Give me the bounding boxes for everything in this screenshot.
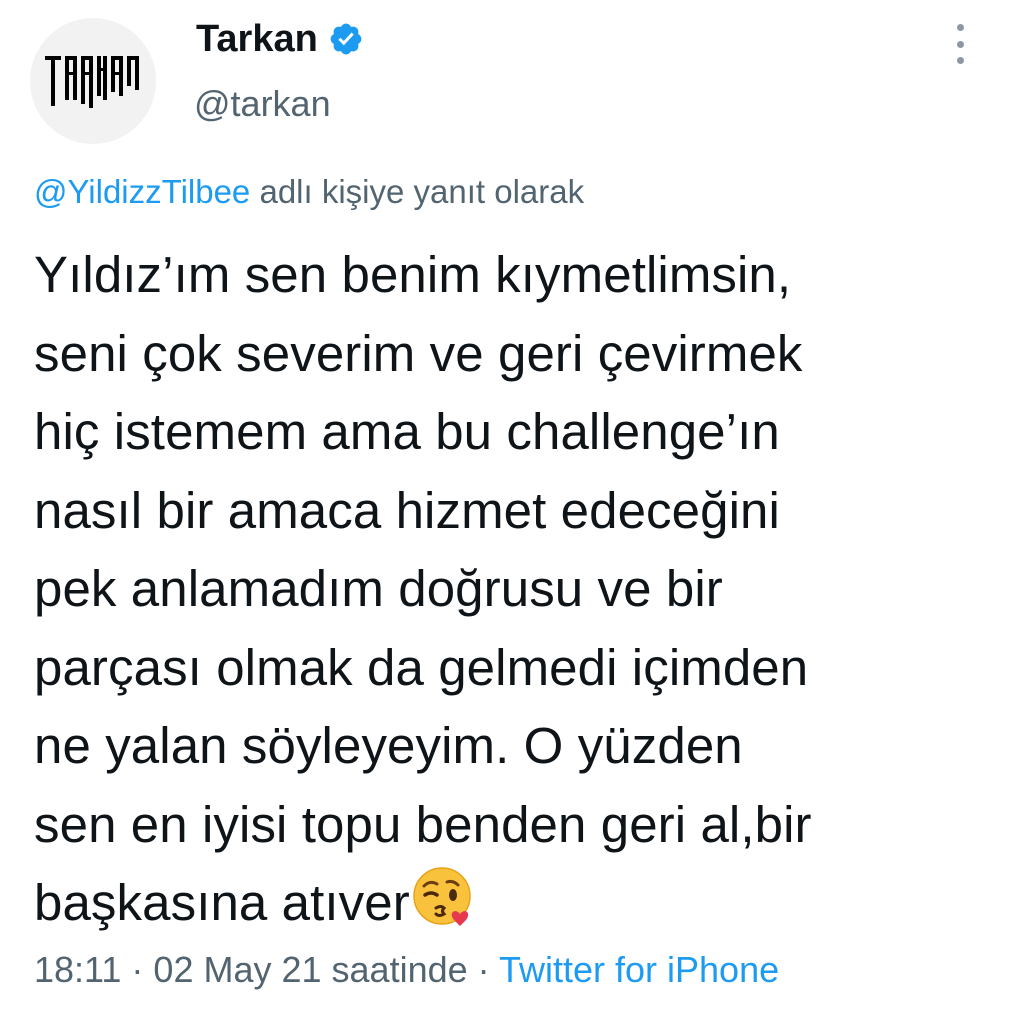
- reply-context-suffix: adlı kişiye yanıt olarak: [250, 173, 585, 210]
- author-handle[interactable]: @tarkan: [194, 82, 331, 126]
- reply-context: @YildizzTilbee adlı kişiye yanıt olarak: [34, 170, 584, 214]
- tweet-line: sen en iyisi topu benden geri al,bir: [34, 795, 812, 853]
- author-display-name[interactable]: Tarkan: [196, 16, 364, 62]
- tweet-line: hiç istemem ama bu challenge’ın: [34, 403, 780, 460]
- face-blowing-a-kiss-emoji: [412, 864, 476, 951]
- reply-mention-link[interactable]: @YildizzTilbee: [34, 173, 250, 210]
- tweet-time[interactable]: 18:11: [34, 949, 121, 990]
- tweet-line: nasıl bir amaca hizmet edeceğini: [34, 481, 780, 539]
- more-options-icon[interactable]: [948, 24, 972, 64]
- tweet-meta: 18:11 · 02 May 21 saatinde · Twitter for…: [34, 947, 779, 993]
- author-name-text: Tarkan: [196, 18, 318, 60]
- tweet-text: Yıldız’ım sen benim kıymetlimsin, seni ç…: [34, 236, 994, 951]
- tweet-source-link[interactable]: Twitter for iPhone: [499, 949, 779, 990]
- tweet-line: ne yalan söyleyeyim. O yüzden: [34, 717, 743, 774]
- tweet-line: Yıldız’ım sen benim kıymetlimsin,: [34, 246, 792, 303]
- meta-separator: ·: [467, 949, 499, 990]
- tweet-date[interactable]: 02 May 21 saatinde: [153, 949, 467, 990]
- avatar[interactable]: [30, 18, 156, 144]
- tweet-line: parçası olmak da gelmedi içimden: [34, 638, 809, 696]
- tweet-line: pek anlamadım doğrusu ve bir: [34, 560, 723, 617]
- tweet-line-last: başkasına atıver: [34, 864, 994, 951]
- verified-badge-icon: [328, 21, 364, 57]
- tweet-line-text: başkasına atıver: [34, 874, 410, 931]
- tarkan-logo: [45, 56, 139, 108]
- meta-separator: ·: [121, 949, 154, 990]
- tweet-line: seni çok severim ve geri çevirmek: [34, 324, 803, 382]
